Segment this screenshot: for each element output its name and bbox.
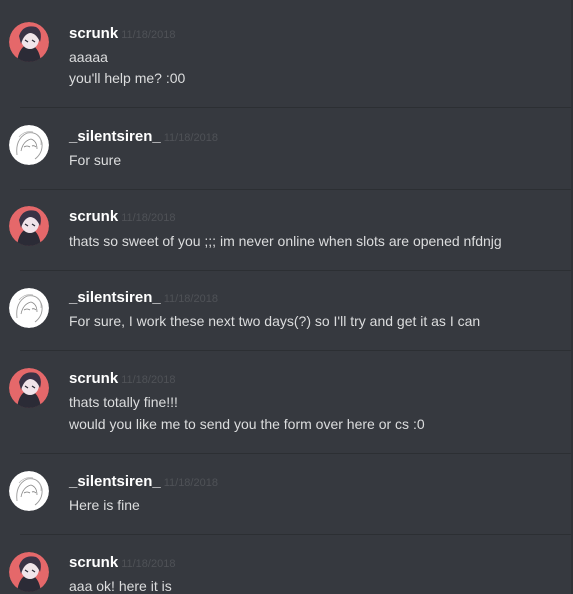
silentsiren-avatar-icon[interactable] [9,125,49,165]
message-divider [20,270,573,271]
silentsiren-avatar-icon[interactable] [9,288,49,328]
author-username[interactable]: scrunk [69,208,118,225]
message-divider [20,534,573,535]
author-username[interactable]: _silentsiren_ [69,289,161,306]
message-text: For sure, I work these next two days(?) … [69,313,481,329]
message-text: thats so sweet of you ;;; im never onlin… [69,233,502,249]
message-text: aaa ok! here it is [69,578,172,594]
message-header: _silentsiren_ 11/18/2018 [69,288,218,309]
message-timestamp: 11/18/2018 [121,558,176,570]
message-header: scrunk 11/18/2018 [69,207,175,228]
message-text: Here is fine [69,497,140,513]
silentsiren-avatar-icon[interactable] [9,471,49,511]
scrunk-avatar-icon[interactable] [9,206,49,246]
message-header: scrunk 11/18/2018 [69,553,175,574]
author-username[interactable]: _silentsiren_ [69,128,161,145]
message-timestamp: 11/18/2018 [121,212,176,224]
author-username[interactable]: _silentsiren_ [69,473,161,490]
message-text: thats totally fine!!! [69,394,178,410]
message-timestamp: 11/18/2018 [121,29,176,41]
author-username[interactable]: scrunk [69,25,118,42]
message-text: aaaaa [69,49,108,65]
message-text: For sure [69,152,122,168]
message-divider [20,107,573,108]
message-header: scrunk 11/18/2018 [69,24,175,45]
message-text: you'll help me? :00 [69,70,186,86]
message-header: scrunk 11/18/2018 [69,369,175,390]
author-username[interactable]: scrunk [69,370,118,387]
scrunk-avatar-icon[interactable] [9,22,49,62]
message-divider [20,350,573,351]
message-timestamp: 11/18/2018 [163,293,218,305]
scrunk-avatar-icon[interactable] [9,368,49,408]
message-divider [20,453,573,454]
message-timestamp: 11/18/2018 [163,477,218,489]
message-header: _silentsiren_ 11/18/2018 [69,472,218,493]
chat-messages-area[interactable]: scrunk 11/18/2018 aaaaa you'll help me? :… [0,0,573,594]
scrunk-avatar-icon[interactable] [9,552,49,592]
message-timestamp: 11/18/2018 [121,374,176,386]
message-header: _silentsiren_ 11/18/2018 [69,127,218,148]
message-timestamp: 11/18/2018 [163,132,218,144]
message-text: would you like me to send you the form o… [69,416,425,432]
author-username[interactable]: scrunk [69,554,118,571]
message-divider [20,189,573,190]
